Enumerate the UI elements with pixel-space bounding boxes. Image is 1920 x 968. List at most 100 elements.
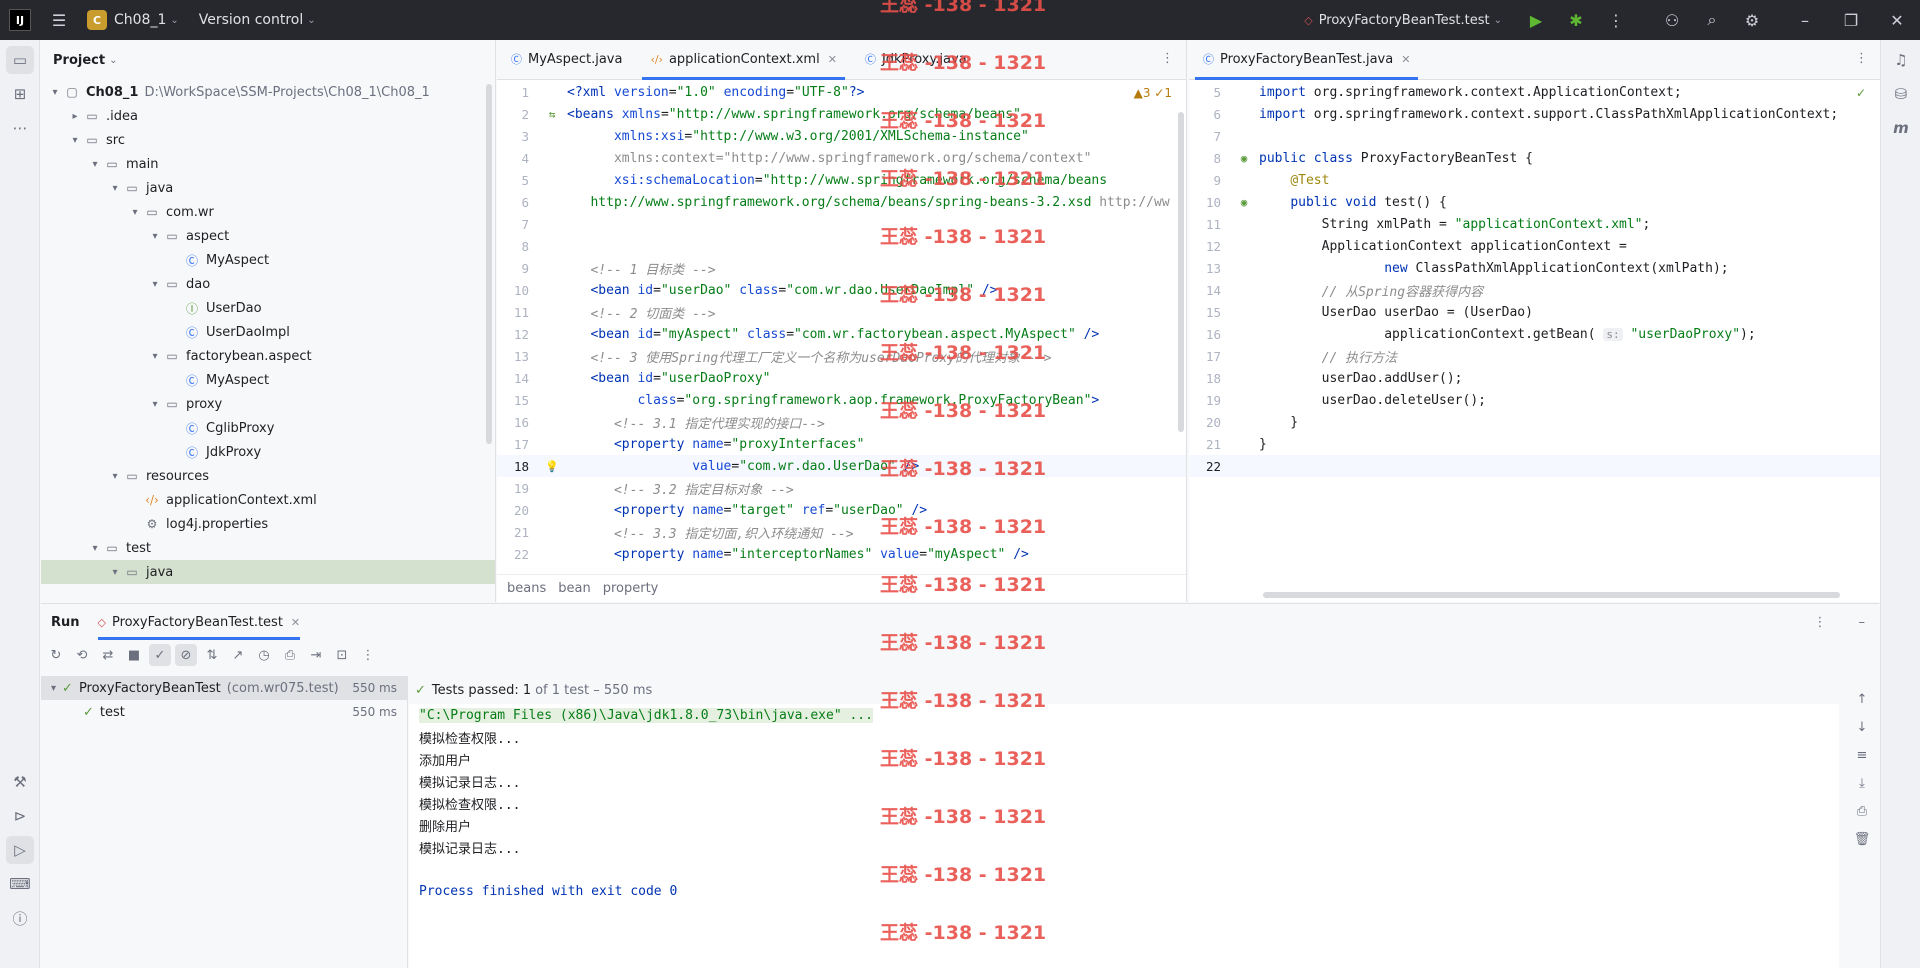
code-line[interactable]: 11 <!-- 2 切面类 --> <box>497 301 1186 323</box>
problems-icon[interactable]: ⓘ <box>6 904 34 932</box>
tree-node[interactable]: ▾ ▭ resources <box>41 464 495 488</box>
editor-tab[interactable]: ‹/› applicationContext.xml ✕ <box>636 40 850 80</box>
chevron-down-icon[interactable]: ▾ <box>87 543 103 554</box>
scroll-up-icon[interactable]: ↑ <box>1851 688 1873 710</box>
chevron-down-icon[interactable]: ▾ <box>47 87 63 98</box>
code-line[interactable]: 17 // 执行方法 <box>1189 345 1880 367</box>
chevron-down-icon[interactable]: ▾ <box>107 567 123 578</box>
tab-run[interactable]: Run <box>51 604 80 640</box>
editor-tab[interactable]: Ⓒ ProxyFactoryBeanTest.java ✕ <box>1189 40 1424 80</box>
breadcrumb-item[interactable]: bean <box>558 581 590 596</box>
code-line[interactable]: 6 import org.springframework.context.supp… <box>1189 103 1880 125</box>
add-user-icon[interactable]: ⚇ <box>1652 0 1692 40</box>
horizontal-scrollbar[interactable] <box>1263 592 1840 598</box>
code-line[interactable]: 13 <!-- 3 使用Spring代理工厂定义一个名称为userDaoProx… <box>497 345 1186 367</box>
close-icon[interactable]: ✕ <box>1874 0 1920 40</box>
minimize-icon[interactable]: – <box>1782 0 1828 40</box>
tree-node[interactable]: Ⓒ CglibProxy <box>41 416 495 440</box>
tab-more-icon[interactable]: ⋮ <box>1161 51 1174 66</box>
maven-icon[interactable]: m <box>1887 114 1915 142</box>
restore-icon[interactable]: ❐ <box>1828 0 1874 40</box>
code-line[interactable]: 1 <?xml version="1.0" encoding="UTF-8"?> <box>497 81 1186 103</box>
tree-node[interactable]: ▾ ▭ main <box>41 152 495 176</box>
more-options-icon[interactable]: ⋮ <box>1814 615 1827 630</box>
ide-logo-icon[interactable]: IJ <box>9 9 31 31</box>
code-line[interactable]: 10 <bean id="userDao" class="com.wr.dao.… <box>497 279 1186 301</box>
chevron-down-icon[interactable]: ▾ <box>107 471 123 482</box>
code-line[interactable]: 16 applicationContext.getBean( s: "userD… <box>1189 323 1880 345</box>
tree-node[interactable]: ⚙ log4j.properties <box>41 512 495 536</box>
code-line[interactable]: 14 <bean id="userDaoProxy" <box>497 367 1186 389</box>
history-icon[interactable]: ◷ <box>253 644 275 666</box>
run-config-selector[interactable]: ◇ ProxyFactoryBeanTest.test ⌄ <box>1304 0 1502 40</box>
code-line[interactable]: 19 userDao.deleteUser(); <box>1189 389 1880 411</box>
more-actions-icon[interactable]: ⋮ <box>1596 0 1636 40</box>
code-line[interactable]: 9 <!-- 1 目标类 --> <box>497 257 1186 279</box>
run-tool-icon[interactable]: ▷ <box>6 836 34 864</box>
vcs-widget[interactable]: Version control ⌄ <box>199 0 316 40</box>
sort-duration-icon[interactable]: ↗ <box>227 644 249 666</box>
breadcrumb-item[interactable]: beans <box>507 581 546 596</box>
chevron-down-icon[interactable]: ▾ <box>147 351 163 362</box>
tree-node[interactable]: ‹/› applicationContext.xml <box>41 488 495 512</box>
scroll-to-end-icon[interactable]: ⤓ <box>1851 772 1873 794</box>
code-line[interactable]: 11 String xmlPath = "applicationContext.… <box>1189 213 1880 235</box>
build-hammer-icon[interactable]: ⚒ <box>6 768 34 796</box>
code-line[interactable]: 18 userDao.addUser(); <box>1189 367 1880 389</box>
import-tests-icon[interactable]: ⎙ <box>279 644 301 666</box>
chevron-down-icon[interactable]: ▾ <box>107 183 123 194</box>
chevron-down-icon[interactable]: ▾ <box>87 159 103 170</box>
breadcrumb-item[interactable]: property <box>603 581 659 596</box>
tree-node[interactable]: ▾ ▭ java <box>41 560 495 584</box>
settings-gear-icon[interactable]: ⚙ <box>1732 0 1772 40</box>
tree-node[interactable]: Ⓒ UserDaoImpl <box>41 320 495 344</box>
stop-icon[interactable]: ■ <box>123 644 145 666</box>
code-line[interactable]: 18 💡 value="com.wr.dao.UserDao" /> <box>497 455 1186 477</box>
tree-node[interactable]: ▾ ▭ dao <box>41 272 495 296</box>
code-line[interactable]: 8 ◉ public class ProxyFactoryBeanTest { <box>1189 147 1880 169</box>
tree-node[interactable]: Ⓒ MyAspect <box>41 368 495 392</box>
chevron-down-icon[interactable]: ▾ <box>127 207 143 218</box>
code-line[interactable]: 9 @Test <box>1189 169 1880 191</box>
code-line[interactable]: 14 // 从Spring容器获得内容 <box>1189 279 1880 301</box>
test-node[interactable]: ✓ test 550 ms <box>41 700 407 724</box>
java-code-area[interactable]: 5 import org.springframework.context.Appl… <box>1189 81 1880 588</box>
rerun-icon[interactable]: ↻ <box>45 644 67 666</box>
print-icon[interactable]: ⎙ <box>1851 800 1873 822</box>
chevron-down-icon[interactable]: ▾ <box>51 683 56 694</box>
database-icon[interactable]: ⛁ <box>1887 80 1915 108</box>
debug-icon[interactable]: ✱ <box>1556 0 1596 40</box>
code-line[interactable]: 7 <box>497 213 1186 235</box>
project-tool-icon[interactable]: ▭ <box>6 46 34 74</box>
console-lines[interactable]: "C:\Program Files (x86)\Java\jdk1.8.0_73… <box>409 704 1839 902</box>
tree-node[interactable]: ▸ ▭ .idea <box>41 104 495 128</box>
soft-wrap-icon[interactable]: ≡ <box>1851 744 1873 766</box>
close-tab-icon[interactable]: ✕ <box>828 53 837 66</box>
tree-node[interactable]: ▾ ▭ aspect <box>41 224 495 248</box>
notifications-icon[interactable]: ♫ <box>1887 46 1915 74</box>
code-line[interactable]: 13 new ClassPathXmlApplicationContext(xm… <box>1189 257 1880 279</box>
code-line[interactable]: 7 <box>1189 125 1880 147</box>
scroll-down-icon[interactable]: ↓ <box>1851 716 1873 738</box>
inspection-widget[interactable]: ▲3 ✓1 <box>1134 86 1172 100</box>
code-line[interactable]: 22 <property name="interceptorNames" val… <box>497 543 1186 565</box>
tree-node[interactable]: ▾ ▭ proxy <box>41 392 495 416</box>
more-tools-icon[interactable]: ⋯ <box>6 114 34 142</box>
search-icon[interactable]: ⌕ <box>1692 0 1732 40</box>
code-line[interactable]: 19 <!-- 3.2 指定目标对象 --> <box>497 477 1186 499</box>
chevron-down-icon[interactable]: ▾ <box>147 399 163 410</box>
run-icon[interactable]: ▶ <box>1516 0 1556 40</box>
chevron-right-icon[interactable]: ▸ <box>67 111 83 122</box>
more-icon[interactable]: ⋮ <box>357 644 379 666</box>
rerun-failed-icon[interactable]: ⟲ <box>71 644 93 666</box>
main-menu-icon[interactable]: ☰ <box>39 0 79 40</box>
code-line[interactable]: 12 ApplicationContext applicationContext… <box>1189 235 1880 257</box>
tab-more-icon[interactable]: ⋮ <box>1855 51 1868 66</box>
terminal-icon[interactable]: ⌨ <box>6 870 34 898</box>
tree-node[interactable]: ▾ ▭ factorybean.aspect <box>41 344 495 368</box>
toggle-autotest-icon[interactable]: ⇄ <box>97 644 119 666</box>
test-node[interactable]: ▾ ✓ ProxyFactoryBeanTest (com.wr075.test) 55… <box>41 676 407 700</box>
code-line[interactable]: 17 <property name="proxyInterfaces" <box>497 433 1186 455</box>
editor-tab[interactable]: Ⓒ MyAspect.java <box>497 40 636 79</box>
tree-node[interactable]: ▾ ▭ test <box>41 536 495 560</box>
